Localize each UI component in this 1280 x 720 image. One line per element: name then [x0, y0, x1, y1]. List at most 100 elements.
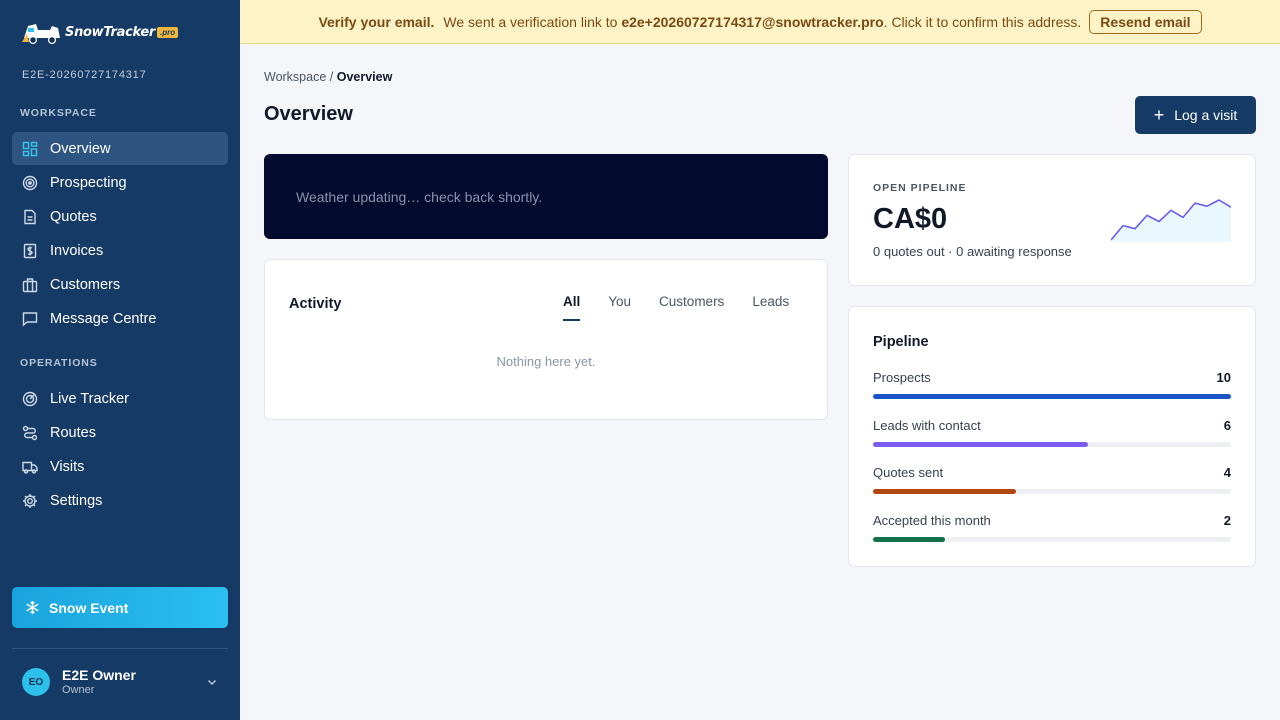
sidebar-item-label: Settings — [50, 492, 103, 509]
sidebar-item-label: Overview — [50, 140, 111, 157]
activity-card: Activity All You Customers Leads Nothing… — [264, 259, 828, 420]
pipeline-row-prospects: Prospects 10 — [873, 370, 1231, 418]
pipeline-bar-fill — [873, 489, 1017, 494]
snowplow-truck-icon — [22, 18, 62, 46]
open-pipeline-amount: CA$0 — [873, 203, 948, 235]
pipeline-card: Pipeline Prospects 10 Leads with contact 6… — [848, 306, 1256, 567]
pipeline-row-accepted-this-month: Accepted this month 2 — [873, 513, 1231, 561]
banner-text-after: . Click it to confirm this address. — [883, 13, 1082, 30]
sidebar-item-label: Message Centre — [50, 310, 157, 327]
banner-title: Verify your email. — [318, 13, 435, 30]
sidebar-item-label: Invoices — [50, 242, 104, 259]
open-pipeline-card: OPEN PIPELINE CA$0 0 quotes out · 0 awai… — [848, 154, 1256, 286]
sparkline-area — [1111, 200, 1231, 242]
briefcase-icon — [22, 277, 38, 293]
pipeline-row-quotes-sent: Quotes sent 4 — [873, 465, 1231, 513]
radar-icon — [22, 391, 38, 407]
weather-message: Weather updating… check back shortly. — [296, 188, 543, 205]
tab-customers[interactable]: Customers — [659, 294, 724, 321]
target-icon — [22, 175, 38, 191]
pipeline-row-label: Accepted this month — [873, 512, 991, 528]
activity-empty-state: Nothing here yet. — [496, 354, 596, 369]
pipeline-row-label: Quotes sent — [873, 465, 944, 480]
log-visit-button[interactable]: + Log a visit — [1135, 96, 1256, 134]
workspace-id: E2E-20260727174317 — [22, 69, 147, 81]
pipeline-row-label: Leads with contact — [873, 417, 981, 433]
pipeline-title: Pipeline — [873, 334, 929, 350]
plus-icon: + — [1153, 105, 1165, 125]
sidebar-item-label: Quotes — [50, 208, 97, 225]
sidebar-item-customers[interactable]: Customers — [12, 268, 228, 301]
pipeline-row-label: Prospects — [873, 370, 931, 385]
page-title: Overview — [264, 103, 353, 125]
verify-email-banner: Verify your email. We sent a verificatio… — [240, 0, 1280, 44]
operations-nav: Live Tracker Routes Visits Settings — [12, 382, 228, 518]
pipeline-row-value: 2 — [1223, 512, 1231, 528]
truck-icon — [22, 459, 38, 475]
sidebar-item-label: Live Tracker — [50, 390, 129, 407]
brand-name: SnowTracker — [65, 24, 155, 40]
sidebar-item-message-centre[interactable]: Message Centre — [12, 302, 228, 335]
pipeline-sparkline — [1111, 199, 1231, 242]
gear-icon — [22, 493, 38, 509]
user-role: Owner — [62, 684, 95, 696]
sidebar-item-prospecting[interactable]: Prospecting — [12, 166, 228, 199]
document-icon — [22, 209, 38, 225]
sidebar-item-visits[interactable]: Visits — [12, 450, 228, 483]
pipeline-row-value: 6 — [1223, 417, 1231, 433]
chat-icon — [22, 311, 38, 327]
pipeline-bar-fill — [873, 536, 945, 542]
tab-you[interactable]: You — [608, 294, 631, 321]
snowflake-icon — [26, 600, 39, 615]
sidebar-item-settings[interactable]: Settings — [12, 484, 228, 517]
sidebar-item-label: Visits — [50, 458, 85, 475]
pipeline-row-value: 10 — [1216, 370, 1231, 385]
sidebar-item-label: Routes — [50, 424, 96, 441]
pipeline-bar-track — [873, 394, 1231, 399]
pipeline-bar-fill — [873, 441, 1088, 447]
sidebar-item-routes[interactable]: Routes — [12, 416, 228, 449]
brand-logo[interactable]: SnowTracker .pro — [22, 16, 179, 48]
sidebar-item-label: Prospecting — [50, 174, 127, 191]
pipeline-row-leads-with-contact: Leads with contact 6 — [873, 418, 1231, 466]
breadcrumb-separator: / — [326, 70, 337, 84]
chevron-down-icon — [207, 679, 217, 686]
snow-event-button[interactable]: Snow Event — [12, 587, 228, 628]
pipeline-bar-fill — [873, 394, 1231, 399]
sidebar-divider — [12, 648, 228, 649]
banner-email: e2e+20260727174317@snowtracker.pro — [621, 13, 884, 30]
sidebar-item-overview[interactable]: Overview — [12, 132, 228, 165]
brand-badge: .pro — [157, 26, 179, 38]
breadcrumb-parent[interactable]: Workspace — [264, 70, 326, 84]
activity-title: Activity — [289, 296, 342, 312]
pipeline-rows: Prospects 10 Leads with contact 6 Quotes s… — [873, 370, 1231, 560]
workspace-nav: Overview Prospecting Quotes Invoices Cus… — [12, 132, 228, 336]
tab-leads[interactable]: Leads — [752, 294, 789, 321]
dashboard-icon — [22, 141, 38, 157]
tab-all[interactable]: All — [563, 294, 581, 321]
workspace-section-label: WORKSPACE — [20, 107, 97, 119]
activity-tabs: All You Customers Leads — [563, 294, 817, 321]
quotes-out: 0 quotes out — [873, 244, 945, 259]
awaiting-response: 0 awaiting response — [956, 244, 1072, 259]
pipeline-bar-track — [873, 536, 1231, 542]
user-name: E2E Owner — [62, 667, 136, 683]
breadcrumb: Workspace / Overview — [264, 70, 392, 84]
weather-panel: Weather updating… check back shortly. — [264, 154, 828, 239]
resend-email-button[interactable]: Resend email — [1089, 9, 1202, 34]
open-pipeline-summary: 0 quotes out · 0 awaiting response — [873, 244, 1072, 259]
sidebar-item-live-tracker[interactable]: Live Tracker — [12, 382, 228, 415]
pipeline-bar-track — [873, 489, 1231, 494]
sidebar-item-invoices[interactable]: Invoices — [12, 234, 228, 267]
snow-event-label: Snow Event — [49, 599, 129, 616]
sidebar-item-label: Customers — [50, 276, 121, 293]
route-icon — [22, 425, 38, 441]
open-pipeline-label: OPEN PIPELINE — [873, 182, 967, 194]
log-visit-label: Log a visit — [1174, 107, 1238, 123]
pipeline-bar-track — [873, 441, 1231, 447]
sidebar-item-quotes[interactable]: Quotes — [12, 200, 228, 233]
operations-section-label: OPERATIONS — [20, 357, 98, 369]
user-menu[interactable]: EO E2E Owner Owner — [22, 667, 218, 697]
sidebar: SnowTracker .pro E2E-20260727174317 WORK… — [0, 0, 240, 720]
breadcrumb-current: Overview — [336, 70, 393, 84]
